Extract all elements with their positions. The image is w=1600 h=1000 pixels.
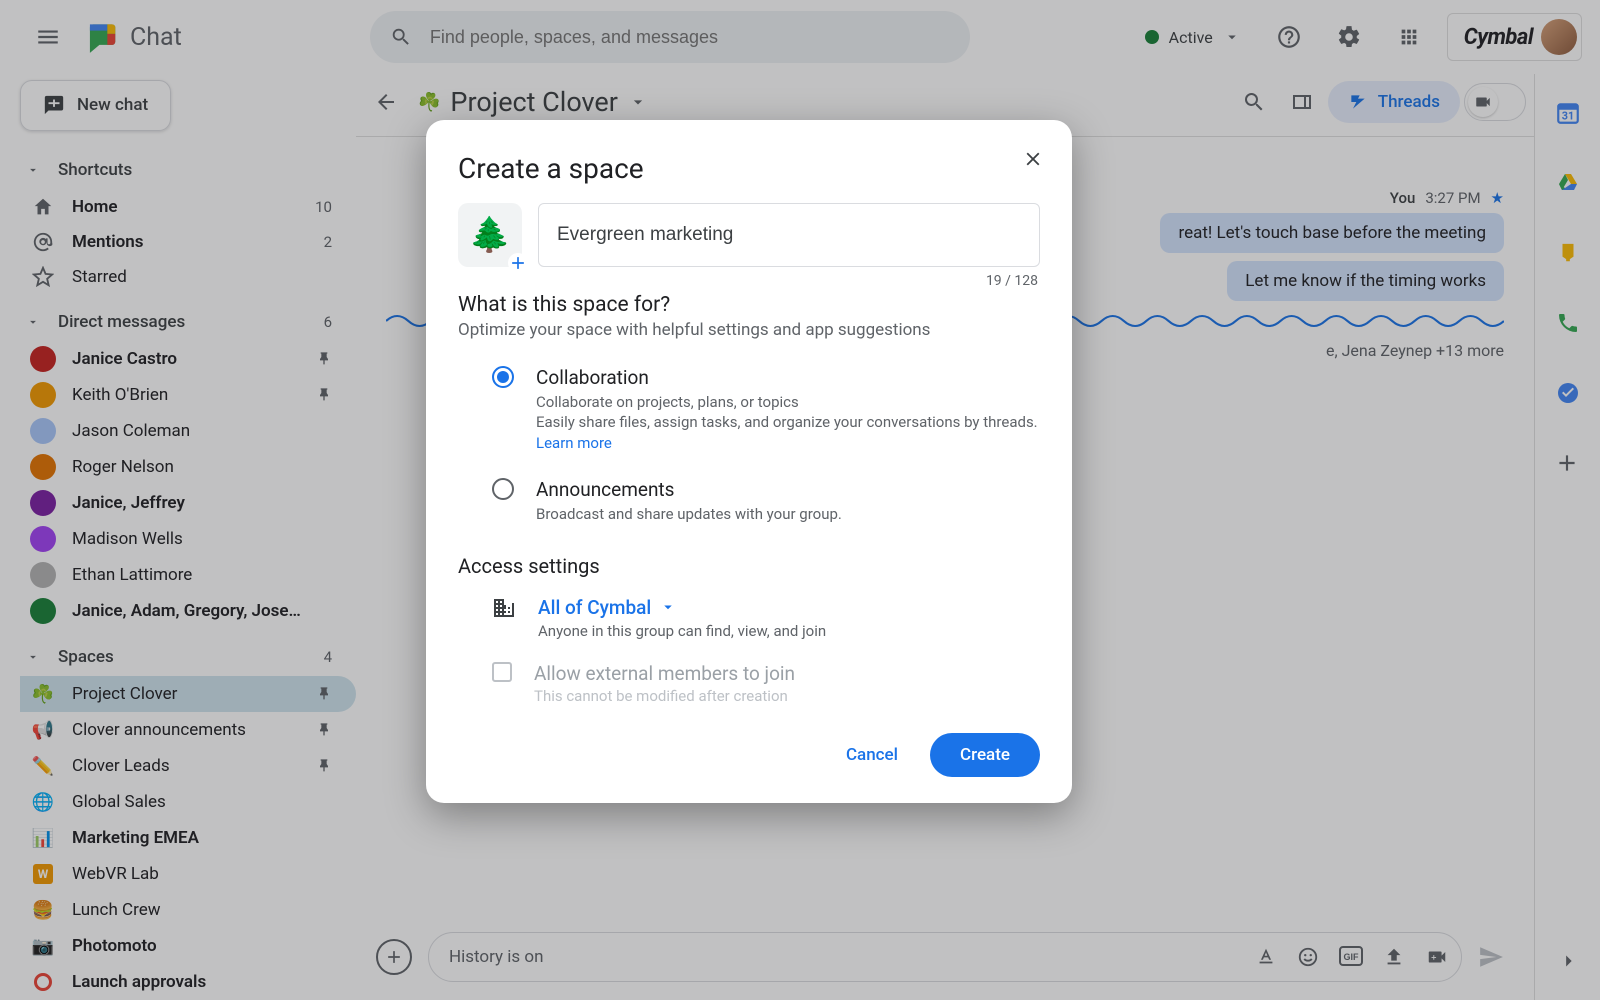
create-button[interactable]: Create: [930, 733, 1040, 777]
radio-announcements[interactable]: [492, 478, 514, 500]
access-scope-selector[interactable]: All of Cymbal: [538, 596, 677, 619]
chevron-down-icon: [659, 598, 677, 616]
radio-collaboration[interactable]: [492, 366, 514, 388]
option-announcements[interactable]: Announcements Broadcast and share update…: [458, 478, 1040, 524]
add-emoji-icon: [508, 253, 528, 273]
char-counter: 19 / 128: [458, 273, 1038, 289]
learn-more-link[interactable]: Learn more: [536, 434, 612, 452]
external-subtext: This cannot be modified after creation: [534, 687, 795, 705]
option-collaboration[interactable]: Collaboration Collaborate on projects, p…: [458, 366, 1040, 452]
purpose-heading: What is this space for?: [458, 293, 1040, 317]
space-name-input[interactable]: [538, 203, 1040, 267]
external-checkbox[interactable]: [492, 662, 512, 682]
purpose-subtext: Optimize your space with helpful setting…: [458, 320, 1040, 340]
create-space-dialog: Create a space 🌲 19 / 128 What is this s…: [426, 120, 1072, 803]
dialog-title: Create a space: [458, 152, 1040, 185]
access-heading: Access settings: [458, 554, 1040, 578]
external-label: Allow external members to join: [534, 662, 795, 685]
space-emoji-picker[interactable]: 🌲: [458, 203, 522, 267]
close-button[interactable]: [1022, 148, 1044, 170]
cancel-button[interactable]: Cancel: [840, 737, 904, 773]
domain-icon: [492, 596, 516, 620]
